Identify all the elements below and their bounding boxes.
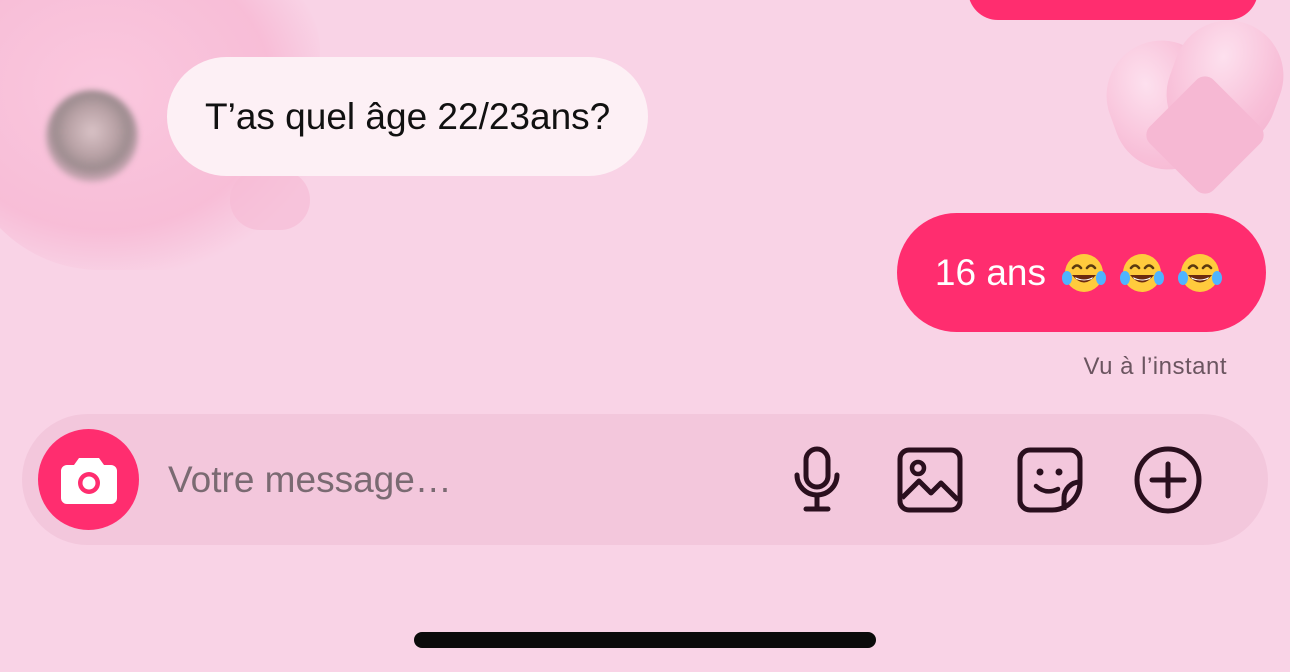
incoming-message-text: T’as quel âge 22/23ans? — [205, 95, 611, 137]
seen-status: Vu à l’instant — [1083, 353, 1227, 380]
camera-icon — [60, 457, 117, 504]
sticker-button[interactable] — [1015, 445, 1085, 515]
microphone-icon — [794, 446, 840, 512]
face-with-tears-of-joy-icon — [1062, 253, 1106, 292]
face-with-tears-of-joy-icon — [1178, 253, 1222, 292]
outgoing-message-text: 16 ans — [934, 251, 1046, 293]
camera-button[interactable] — [38, 429, 139, 530]
contact-avatar[interactable] — [46, 90, 138, 182]
previous-outgoing-message-bubble[interactable] — [968, 0, 1258, 20]
background-heart-left-tip — [230, 170, 310, 230]
message-composer — [22, 414, 1268, 545]
sticker-icon — [1017, 447, 1083, 513]
image-icon — [897, 447, 963, 513]
face-with-tears-of-joy-icon — [1120, 253, 1164, 292]
voice-message-button[interactable] — [782, 445, 852, 515]
message-input[interactable] — [168, 452, 728, 508]
outgoing-emoji-row — [1060, 249, 1224, 297]
home-indicator[interactable] — [414, 632, 876, 648]
more-options-button[interactable] — [1133, 445, 1203, 515]
gallery-button[interactable] — [895, 445, 965, 515]
plus-circle-icon — [1134, 446, 1202, 514]
outgoing-message-bubble[interactable]: 16 ans — [896, 213, 1266, 332]
background-heart-right — [1091, 5, 1290, 200]
incoming-message-bubble[interactable]: T’as quel âge 22/23ans? — [167, 57, 649, 176]
